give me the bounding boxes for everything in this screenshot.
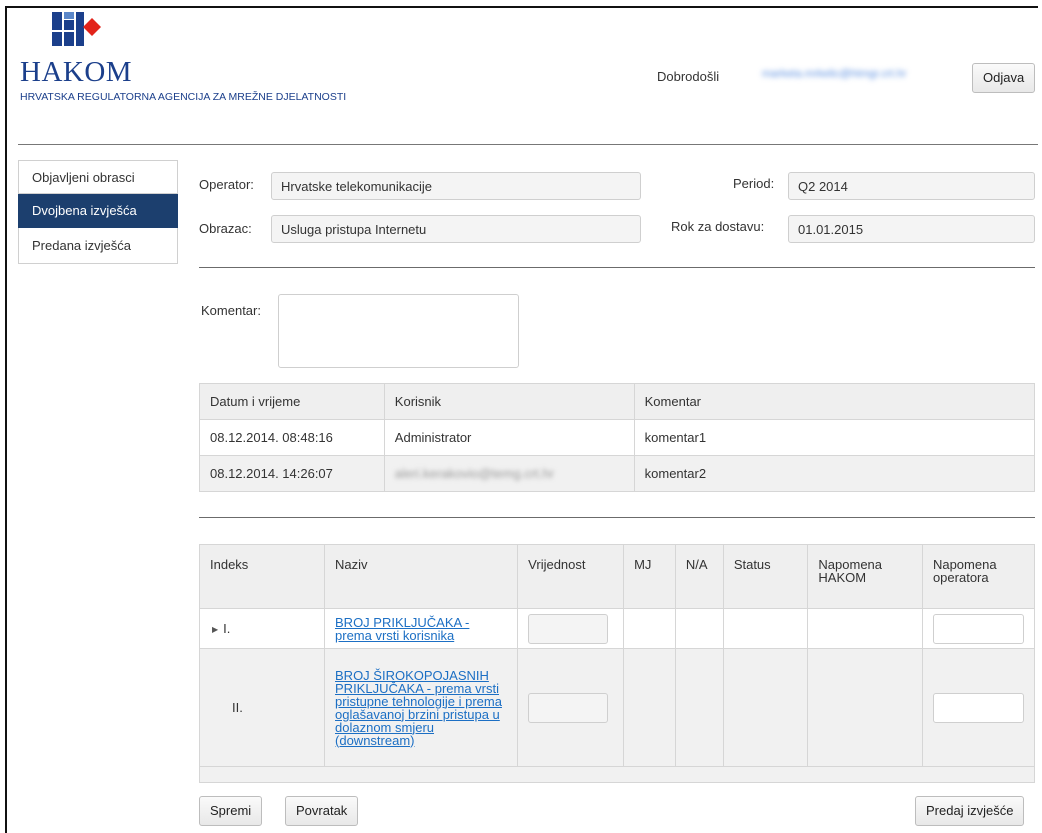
operator-label: Operator:	[199, 177, 254, 192]
user-email: marketa.mrkelic@htmgr.crt.hr	[762, 68, 907, 80]
comment-user: Administrator	[383, 419, 635, 456]
column-header-mj: MJ	[623, 544, 676, 609]
napomena-operatora-input[interactable]	[932, 613, 1024, 644]
sidebar-item-predana-izvjesca[interactable]: Predana izvješća	[18, 228, 178, 264]
save-button[interactable]: Spremi	[199, 796, 263, 826]
column-header-napomena-hakom: Napomena HAKOM	[807, 544, 923, 609]
period-field: Q2 2014	[788, 172, 1035, 200]
sidebar-item-objavljeni-obrasci[interactable]: Objavljeni obrasci	[18, 160, 178, 194]
logo-wordmark: HAKOM	[20, 56, 133, 88]
table-footer	[199, 766, 1035, 783]
operator-field: Hrvatske telekomunikacije	[271, 172, 641, 200]
column-header-korisnik: Korisnik	[383, 383, 635, 420]
submit-report-button[interactable]: Predaj izvješće	[915, 796, 1025, 826]
obrazac-label: Obrazac:	[199, 221, 252, 236]
vrijednost-input[interactable]	[528, 692, 609, 723]
column-header-status: Status	[722, 544, 809, 609]
komentar-textarea[interactable]	[278, 294, 519, 368]
vrijednost-input[interactable]	[528, 613, 609, 644]
comment-user: aleri.kerakovio@temg.crt.hr	[394, 466, 554, 481]
column-header-indeks: Indeks	[198, 544, 326, 609]
table-row: 08.12.2014. 14:26:07 aleri.kerakovio@tem…	[199, 455, 1036, 492]
column-header-vrijednost: Vrijednost	[517, 544, 625, 609]
column-header-napomena-operatora: Napomena operatora	[921, 544, 1036, 609]
row-name-link[interactable]: BROJ ŠIROKOPOJASNIH PRIKLJUČAKA - prema …	[335, 669, 507, 747]
sidebar-item-dvojbena-izvjesca[interactable]: Dvojbena izvješća	[18, 194, 178, 228]
column-header-komentar: Komentar	[633, 383, 1036, 420]
comments-table: Datum i vrijeme Korisnik Komentar 08.12.…	[199, 383, 1036, 492]
logo-subtitle: HRVATSKA REGULATORNA AGENCIJA ZA MREŽNE …	[20, 91, 347, 103]
table-row: 08.12.2014. 08:48:16 Administrator komen…	[199, 419, 1036, 456]
back-button[interactable]: Povratak	[285, 796, 359, 826]
column-header-na: N/A	[674, 544, 724, 609]
table-row: ▶ I. BROJ PRIKLJUČAKA - prema vrsti koris…	[198, 608, 1036, 649]
row-index: II.	[198, 648, 326, 767]
column-header-naziv: Naziv	[324, 544, 519, 609]
sidebar-nav: Objavljeni obrasci Dvojbena izvješća Pre…	[18, 160, 178, 264]
row-index: I.	[223, 621, 231, 636]
period-label: Period:	[733, 176, 775, 191]
expand-arrow-icon[interactable]: ▶	[212, 625, 218, 634]
komentar-label: Komentar:	[201, 303, 261, 318]
logout-button[interactable]: Odjava	[972, 63, 1036, 93]
header-divider	[18, 144, 1038, 145]
obrazac-field: Usluga pristupa Internetu	[271, 215, 641, 243]
comment-datetime: 08.12.2014. 08:48:16	[199, 419, 385, 456]
welcome-label: Dobrodošli	[657, 69, 720, 84]
rok-za-dostavu-label: Rok za dostavu:	[671, 219, 765, 234]
napomena-operatora-input[interactable]	[932, 692, 1024, 723]
form-divider	[199, 267, 1035, 268]
column-header-datum: Datum i vrijeme	[199, 383, 385, 420]
index-table: Indeks Naziv Vrijednost MJ N/A Status Na…	[198, 544, 1036, 783]
table-divider	[199, 517, 1035, 518]
comment-text: komentar1	[633, 419, 1036, 456]
hakom-logo-icon	[52, 12, 101, 46]
comment-text: komentar2	[633, 455, 1036, 492]
rok-za-dostavu-field: 01.01.2015	[788, 215, 1035, 243]
row-name-link[interactable]: BROJ PRIKLJUČAKA - prema vrsti korisnika	[335, 616, 507, 642]
table-row: II. BROJ ŠIROKOPOJASNIH PRIKLJUČAKA - pr…	[198, 648, 1036, 767]
comment-datetime: 08.12.2014. 14:26:07	[199, 455, 385, 492]
